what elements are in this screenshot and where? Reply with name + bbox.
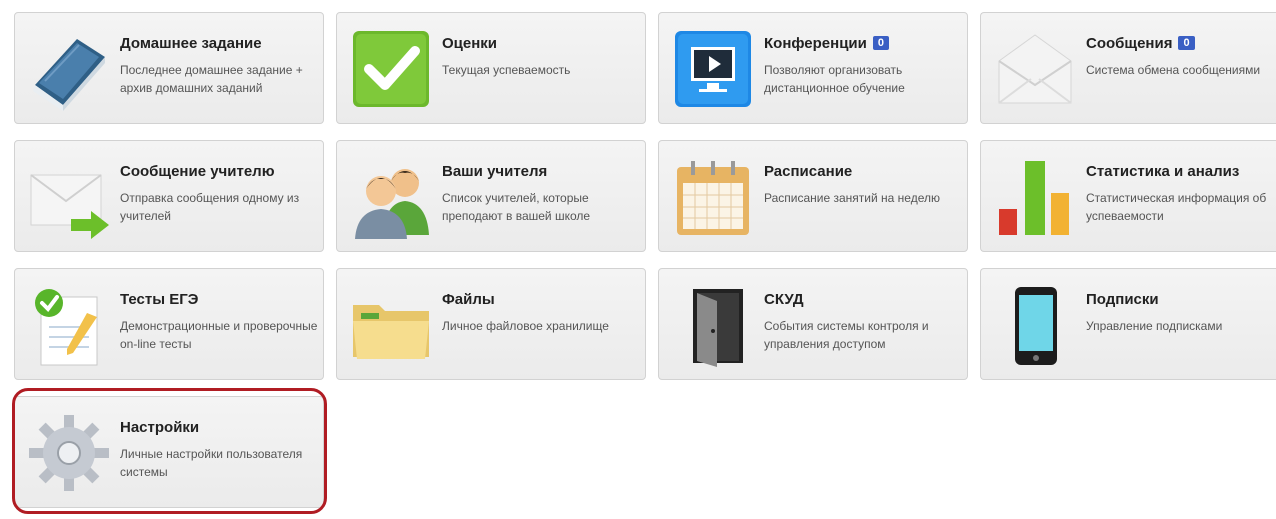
folder-icon xyxy=(347,283,435,367)
tile-description: Личные настройки пользователя системы xyxy=(120,447,303,479)
tile-title: Сообщения 0 xyxy=(1086,35,1195,52)
tile-messages[interactable]: Сообщения 0 Система обмена сообщениями xyxy=(980,12,1276,124)
envelope-icon xyxy=(991,27,1079,111)
tile-title: Статистика и анализ xyxy=(1086,163,1240,180)
tile-conferences[interactable]: Конференции 0 Позволяют организовать дист… xyxy=(658,12,968,124)
tile-your-teachers[interactable]: Ваши учителя Список учителей, которые пр… xyxy=(336,140,646,252)
calendar-icon xyxy=(669,155,757,239)
phone-icon xyxy=(991,283,1079,367)
tile-subscriptions[interactable]: Подписки Управление подписками xyxy=(980,268,1276,380)
tile-schedule[interactable]: Расписание Расписание занятий на неделю xyxy=(658,140,968,252)
tile-ege-tests[interactable]: Тесты ЕГЭ Демонстрационные и проверочные… xyxy=(14,268,324,380)
gear-icon xyxy=(25,411,113,495)
test-sheet-icon xyxy=(25,283,113,367)
tile-description: Расписание занятий на неделю xyxy=(764,191,940,205)
tile-homework[interactable]: Домашнее задание Последнее домашнее зада… xyxy=(14,12,324,124)
tile-description: Управление подписками xyxy=(1086,319,1223,333)
tile-description: Система обмена сообщениями xyxy=(1086,63,1261,77)
tile-title: Ваши учителя xyxy=(442,163,548,180)
tile-description: Личное файловое хранилище xyxy=(442,319,609,333)
tile-statistics[interactable]: Статистика и анализ Статистическая инфор… xyxy=(980,140,1276,252)
tile-description: События системы контроля и управления до… xyxy=(764,319,929,351)
tile-description: Текущая успеваемость xyxy=(442,63,571,77)
checkmark-icon xyxy=(347,27,435,111)
tile-description: Последнее домашнее задание + архив домаш… xyxy=(120,63,303,95)
users-icon xyxy=(347,155,435,239)
tile-title: Настройки xyxy=(120,419,200,436)
tile-settings[interactable]: Настройки Личные настройки пользователя … xyxy=(14,396,324,508)
bar-chart-icon xyxy=(991,155,1079,239)
tile-title: Сообщение учителю xyxy=(120,163,275,180)
envelope-arrow-icon xyxy=(25,155,113,239)
tile-title: СКУД xyxy=(764,291,804,308)
tile-title: Оценки xyxy=(442,35,498,52)
tile-description: Демонстрационные и проверочные on-line т… xyxy=(120,319,318,351)
tile-access-control[interactable]: СКУД События системы контроля и управлен… xyxy=(658,268,968,380)
tile-files[interactable]: Файлы Личное файловое хранилище xyxy=(336,268,646,380)
count-badge: 0 xyxy=(872,36,890,50)
tile-message-teacher[interactable]: Сообщение учителю Отправка сообщения одн… xyxy=(14,140,324,252)
monitor-play-icon xyxy=(669,27,757,111)
tile-title: Тесты ЕГЭ xyxy=(120,291,199,308)
count-badge: 0 xyxy=(1178,36,1195,50)
tile-title: Расписание xyxy=(764,163,853,180)
book-icon xyxy=(25,27,113,111)
tile-title: Домашнее задание xyxy=(120,35,262,52)
tile-description: Список учителей, которые преподают в ваш… xyxy=(442,191,591,223)
tile-description: Статистическая информация об успеваемост… xyxy=(1086,191,1267,223)
tile-grades[interactable]: Оценки Текущая успеваемость xyxy=(336,12,646,124)
tile-description: Позволяют организовать дистанционное обу… xyxy=(764,63,905,95)
tile-title: Файлы xyxy=(442,291,495,308)
tile-title: Подписки xyxy=(1086,291,1159,308)
tile-title: Конференции 0 xyxy=(764,35,890,52)
tile-description: Отправка сообщения одному из учителей xyxy=(120,191,300,223)
door-icon xyxy=(669,283,757,367)
